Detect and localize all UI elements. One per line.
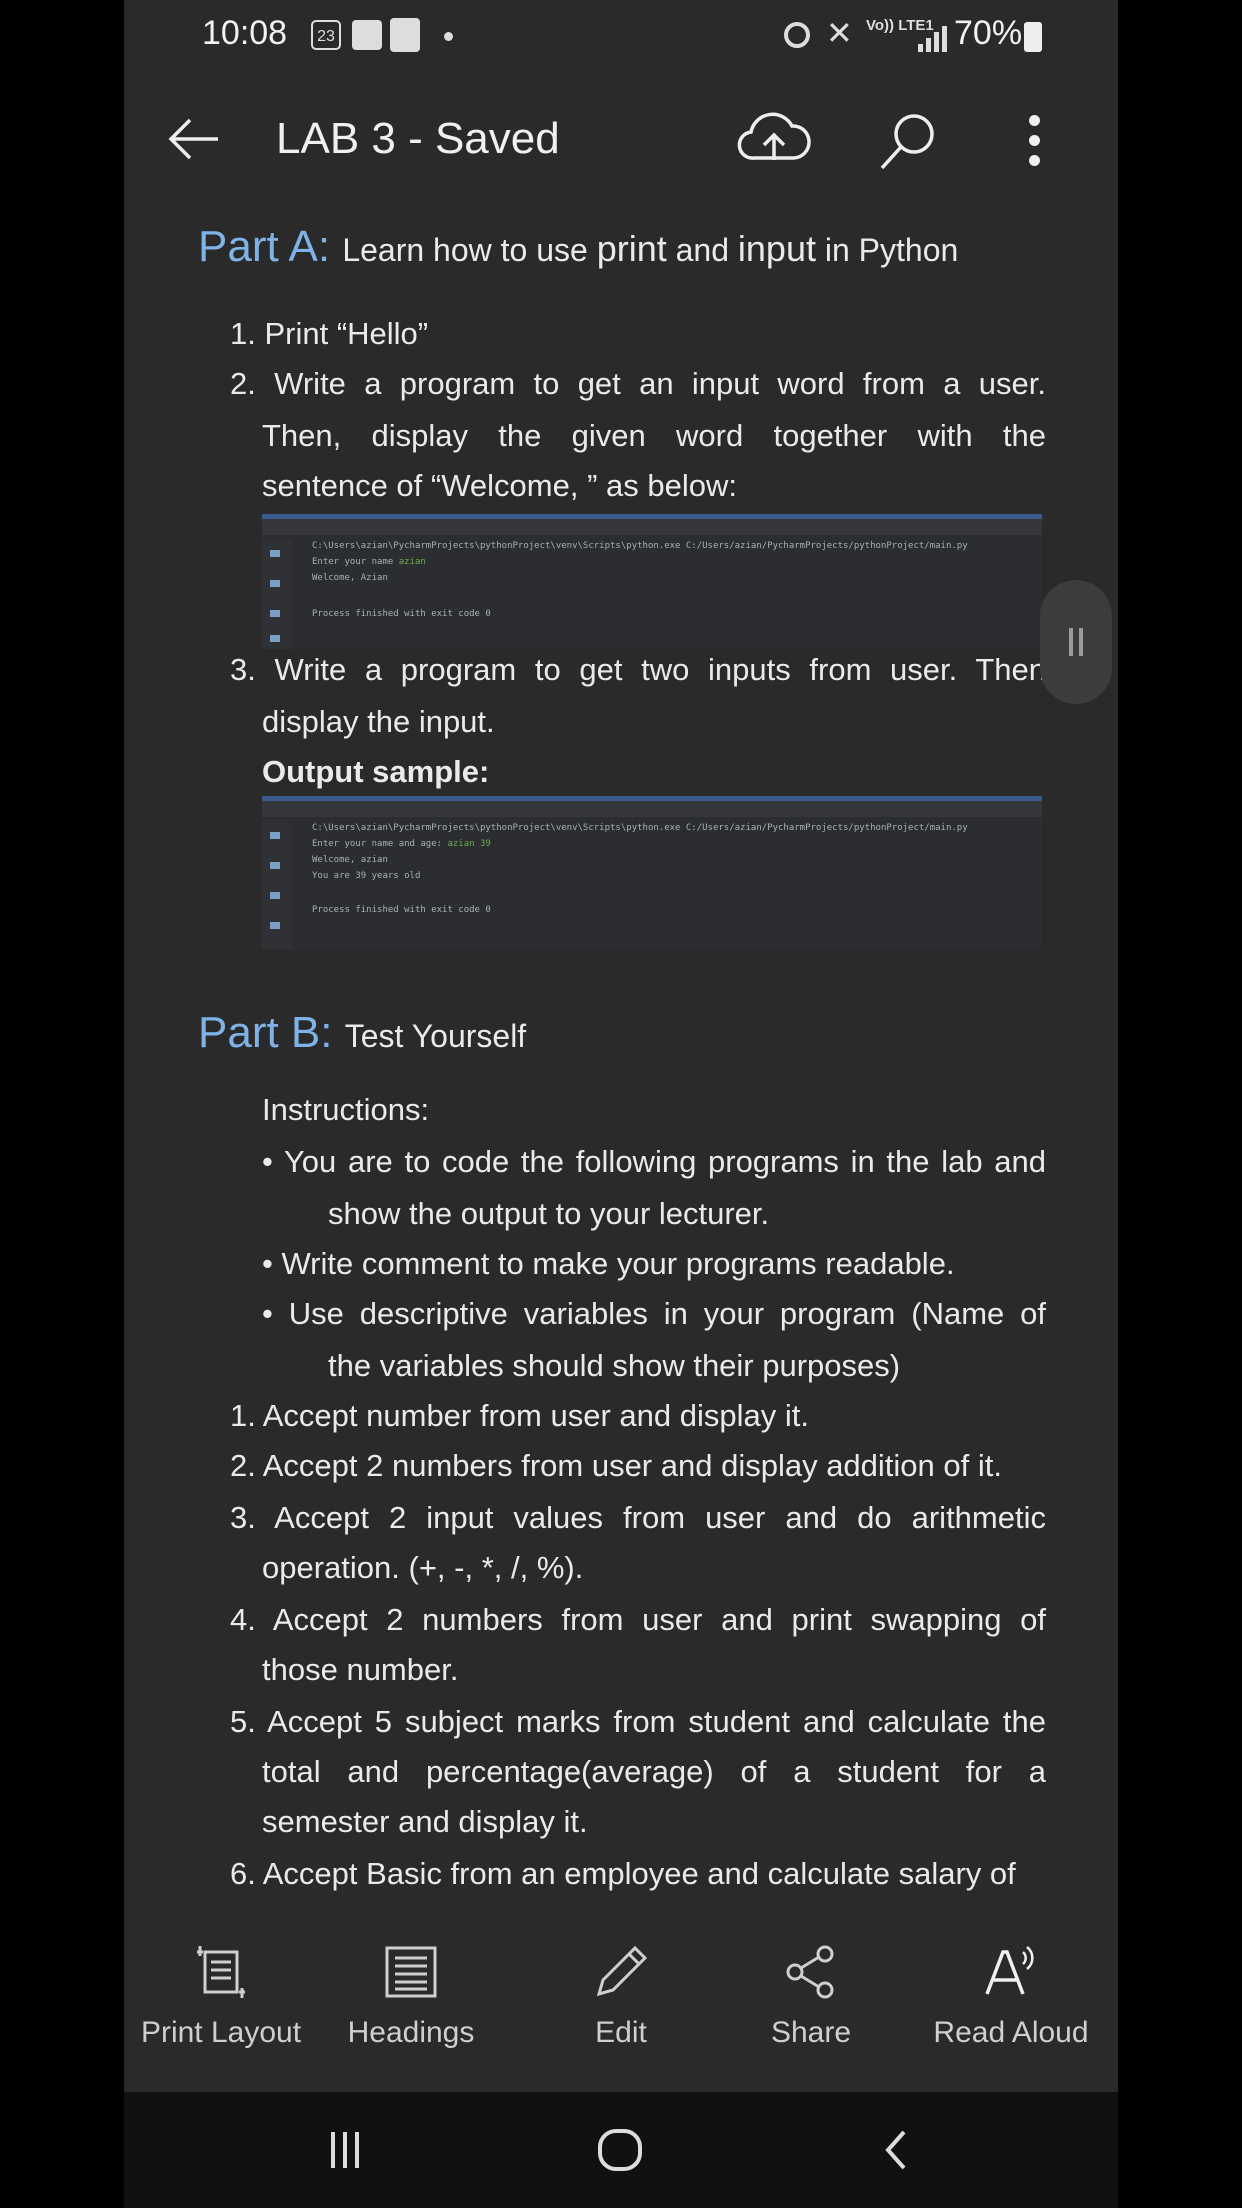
part-a-item-2-cont2: sentence of “Welcome, ” as below: [262,468,737,503]
instructions-label: Instructions: [262,1092,430,1127]
search-icon[interactable] [872,108,942,178]
part-a-subtitle-input: input [737,228,816,269]
notification-badge-icon: 23 [311,20,341,50]
print-layout-icon [197,1946,245,1998]
read-aloud-button[interactable]: Read Aloud [926,1892,1096,2092]
bottom-toolbar: Print Layout Headings Edit Share Read Al… [124,1892,1118,2092]
lock-notification-icon [390,18,420,52]
part-b-item-2: 2. Accept 2 numbers from user and displa… [230,1448,1002,1483]
instruction-bullet-3: • Use descriptive variables in your prog… [262,1296,1046,1331]
instruction-bullet-1: • You are to code the following programs… [262,1144,1046,1179]
more-notifications-dot-icon [444,32,453,41]
battery-percent: 70% [954,14,1023,52]
terminal-user-input: azian [398,557,426,567]
print-layout-button[interactable]: Print Layout [136,1892,306,2092]
terminal-prompt: Enter your name and age: [312,839,448,849]
part-a-subtitle-print: print [596,228,667,269]
cloud-upload-icon[interactable] [734,108,814,172]
terminal-line: C:\Users\azian\PycharmProjects\pythonPro… [312,541,968,551]
part-b-heading: Part B: Test Yourself [198,1008,526,1058]
part-b-item-5-cont2: semester and display it. [262,1804,588,1839]
headings-label: Headings [347,2016,475,2049]
part-b-item-4: 4. Accept 2 numbers from user and print … [230,1602,1046,1637]
terminal-line: Process finished with exit code 0 [312,609,491,619]
part-a-item-3-cont: display the input. [262,704,495,739]
share-button[interactable]: Share [726,1892,896,2092]
read-aloud-icon [985,1946,1034,1995]
part-b-label: Part B: [198,1008,333,1057]
document-title: LAB 3 - Saved [276,114,560,163]
document-content: Part A: Learn how to use print and input… [124,212,1118,1892]
headings-icon [385,1946,437,1998]
part-a-item-1: 1. Print “Hello” [230,316,429,351]
read-aloud-label: Read Aloud [933,2016,1089,2049]
terminal-line: Welcome, Azian [312,573,388,583]
part-b-item-3-cont: operation. (+, -, *, /, %). [262,1550,584,1585]
instruction-bullet-1-cont: show the output to your lecturer. [328,1196,770,1231]
terminal-line: Enter your name azian [312,557,426,567]
part-b-item-4-cont: those number. [262,1652,459,1687]
system-navigation-bar [124,2092,1118,2208]
part-b-item-3: 3. Accept 2 input values from user and d… [230,1500,1046,1535]
gallery-notification-icon [352,20,382,50]
part-a-item-3: 3. Write a program to get two inputs fro… [230,652,1046,687]
scroll-handle[interactable] [1040,580,1112,704]
share-icon [786,1945,834,1999]
phone-screen: 10:08 23 ✕ Vo)) LTE1 70% LAB 3 - Saved P… [124,0,1118,2208]
status-bar: 10:08 23 ✕ Vo)) LTE1 70% [124,0,1118,76]
terminal-line: You are 39 years old [312,871,421,881]
part-b-subtitle: Test Yourself [344,1018,527,1054]
status-time: 10:08 [202,14,288,52]
terminal-screenshot-2: C:\Users\azian\PycharmProjects\pythonPro… [262,796,1042,949]
part-b-item-5: 5. Accept 5 subject marks from student a… [230,1704,1046,1739]
part-a-heading: Part A: Learn how to use print and input… [198,222,958,272]
battery-icon [1024,22,1042,52]
mute-icon: ✕ [826,15,853,51]
terminal-line: C:\Users\azian\PycharmProjects\pythonPro… [312,823,968,833]
alarm-icon [784,22,810,48]
instruction-bullet-2: • Write comment to make your programs re… [262,1246,955,1281]
edit-label: Edit [595,2016,647,2049]
output-sample-label: Output sample: [262,754,490,789]
part-a-subtitle-post: in Python [815,232,959,268]
back-nav-icon[interactable] [876,2128,916,2172]
part-a-label: Part A: [198,222,331,271]
app-bar: LAB 3 - Saved [124,90,1118,190]
home-icon[interactable] [594,2128,646,2172]
instruction-bullet-3-cont: the variables should show their purposes… [328,1348,901,1383]
part-a-item-2-cont: Then, display the given word together wi… [262,418,1046,453]
terminal-line: Enter your name and age: azian 39 [312,839,491,849]
headings-button[interactable]: Headings [326,1892,496,2092]
share-label: Share [770,2016,852,2049]
print-layout-label: Print Layout [140,2016,302,2049]
signal-icon [914,22,954,52]
part-a-item-2: 2. Write a program to get an input word … [230,366,1046,401]
edit-button[interactable]: Edit [536,1892,706,2092]
terminal-user-input: azian 39 [447,839,491,849]
recent-apps-icon[interactable] [320,2128,370,2172]
part-a-subtitle-pre: Learn how to use [342,232,597,268]
terminal-line: Process finished with exit code 0 [312,905,491,915]
more-options-icon[interactable] [1024,110,1044,180]
terminal-prompt: Enter your name [312,557,399,567]
terminal-screenshot-1: C:\Users\azian\PycharmProjects\pythonPro… [262,514,1042,649]
back-arrow-icon[interactable] [164,114,224,164]
part-b-item-1: 1. Accept number from user and display i… [230,1398,809,1433]
terminal-line: Welcome, azian [312,855,388,865]
part-b-item-6: 6. Accept Basic from an employee and cal… [230,1856,1016,1891]
pencil-icon [596,1945,648,1997]
part-a-subtitle-mid: and [666,232,738,268]
part-b-item-5-cont: total and percentage(average) of a stude… [262,1754,1046,1789]
